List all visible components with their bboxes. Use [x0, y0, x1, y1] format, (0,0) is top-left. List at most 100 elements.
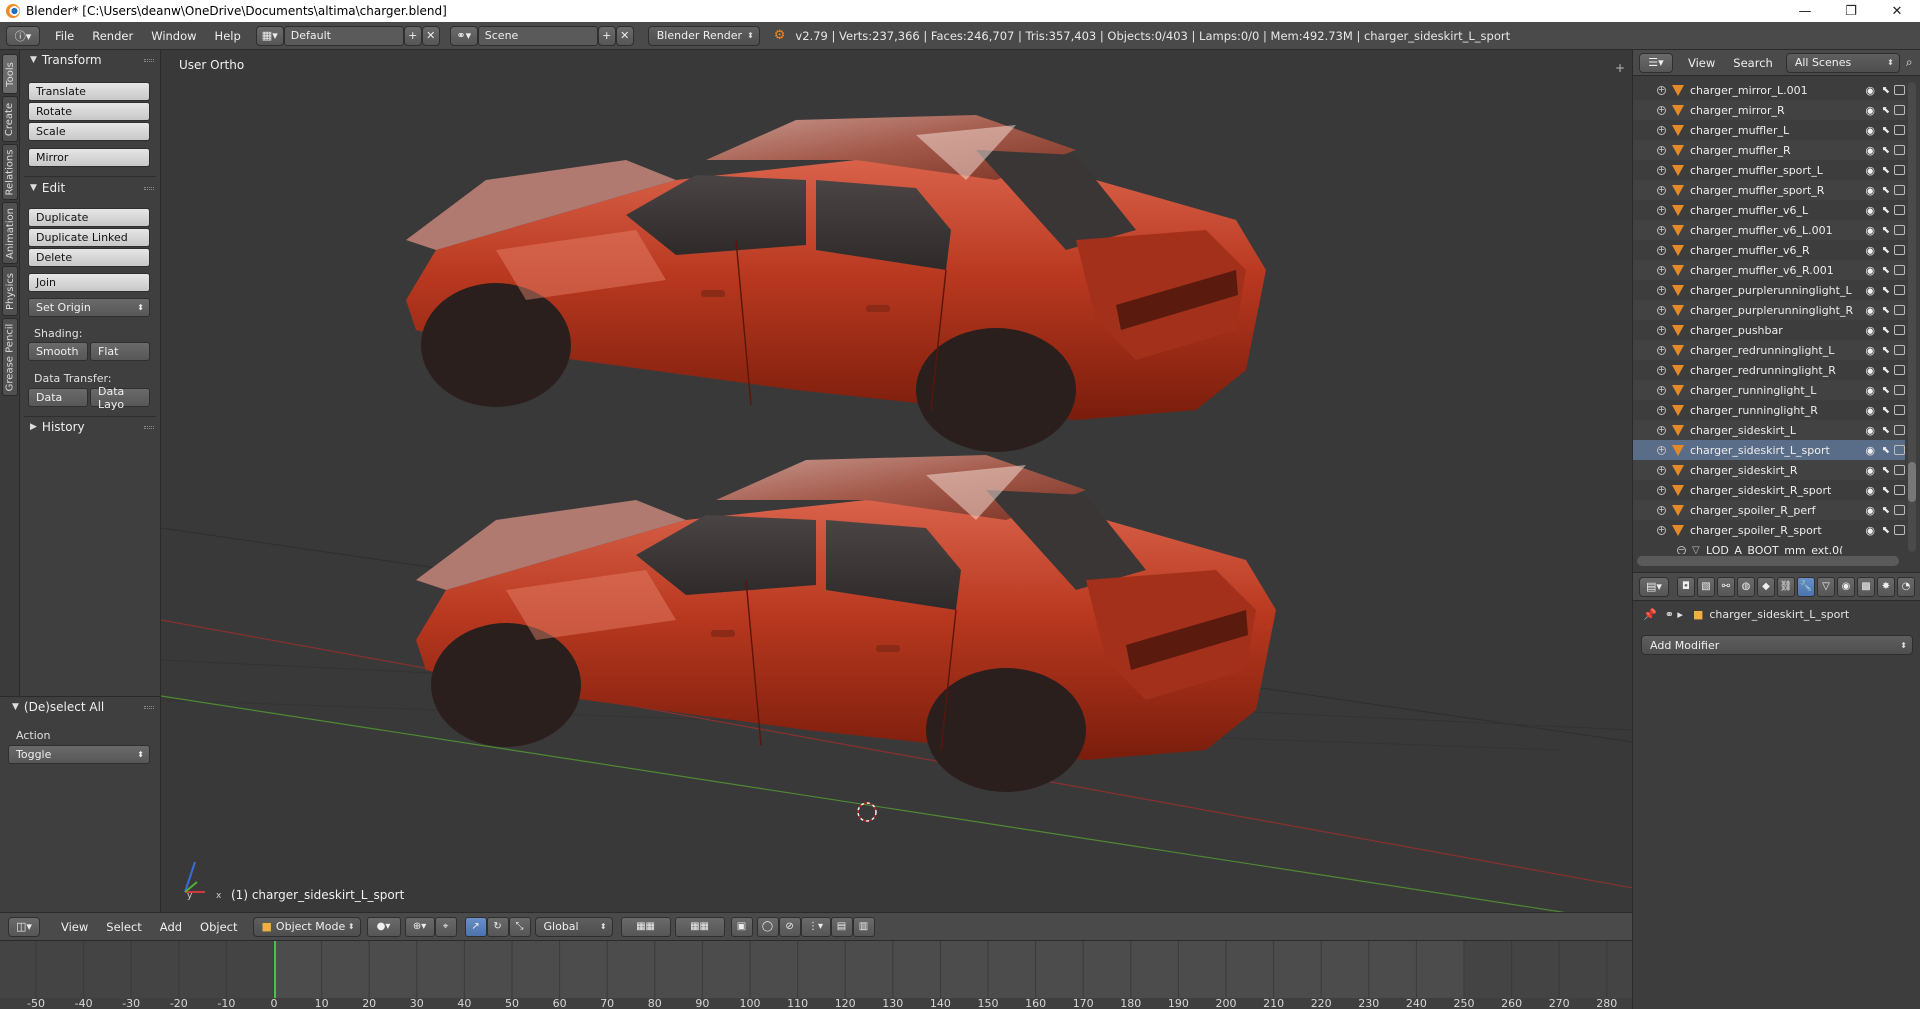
- editor-type-info-button[interactable]: ⓘ▾: [6, 25, 40, 46]
- mode-select[interactable]: ■ Object Mode ⬍: [252, 916, 361, 937]
- outliner-item[interactable]: + charger_muffler_v6_L.001 ◉ ⬉: [1633, 220, 1905, 240]
- scale-button[interactable]: Scale: [28, 122, 150, 141]
- layers-block-1[interactable]: ▦▦: [620, 916, 671, 937]
- edit-panel-header[interactable]: ▼ Edit: [20, 178, 160, 198]
- action-select[interactable]: Toggle ⬍: [8, 745, 150, 764]
- outliner-item[interactable]: + charger_sideskirt_R_sport ◉ ⬉: [1633, 480, 1905, 500]
- cursor-select-icon[interactable]: ⬉: [1882, 365, 1890, 376]
- eye-icon[interactable]: ◉: [1865, 464, 1875, 477]
- cursor-select-icon[interactable]: ⬉: [1882, 405, 1890, 416]
- outliner-hscrollbar[interactable]: [1637, 556, 1899, 566]
- menu-select[interactable]: Select: [97, 920, 150, 934]
- eye-icon[interactable]: ◉: [1865, 364, 1875, 377]
- timeline-ruler[interactable]: -50 -40 -30 -20 -10 0 10 20 30 40 50 60 70 80 90 100 110…: [0, 941, 1632, 1009]
- collapse-minus-icon[interactable]: −: [1677, 545, 1686, 554]
- editor-type-outliner-button[interactable]: ☰▾: [1639, 52, 1673, 73]
- eye-icon[interactable]: ◉: [1865, 164, 1875, 177]
- render-camera-icon[interactable]: [1894, 265, 1905, 275]
- scene-add-button[interactable]: +: [597, 25, 616, 46]
- outliner-vscrollbar[interactable]: [1908, 82, 1916, 552]
- outliner-item[interactable]: + charger_purplerunninglight_L ◉ ⬉: [1633, 280, 1905, 300]
- opengl-render-button[interactable]: ▤: [830, 916, 853, 937]
- eye-icon[interactable]: ◉: [1865, 444, 1875, 457]
- transform-panel-header[interactable]: ▼ Transform: [20, 50, 160, 70]
- outliner-item[interactable]: + charger_sideskirt_L ◉ ⬉: [1633, 420, 1905, 440]
- render-camera-icon[interactable]: [1894, 165, 1905, 175]
- timeline[interactable]: -50 -40 -30 -20 -10 0 10 20 30 40 50 60 70 80 90 100 110…: [0, 940, 1632, 1009]
- scale-manipulator-button[interactable]: ⤡: [508, 916, 531, 937]
- eye-icon[interactable]: ◉: [1865, 224, 1875, 237]
- render-camera-icon[interactable]: [1894, 345, 1905, 355]
- menu-view[interactable]: View: [52, 920, 97, 934]
- menu-object[interactable]: Object: [191, 920, 246, 934]
- render-camera-icon[interactable]: [1894, 85, 1905, 95]
- outliner-child-item[interactable]: − ▽ LOD_A_BOOT_mm_ext.0(: [1633, 540, 1905, 554]
- viewport-shading-button[interactable]: ●▾: [366, 916, 401, 937]
- outliner-item[interactable]: + charger_muffler_v6_L ◉ ⬉: [1633, 200, 1905, 220]
- layout-name-field[interactable]: Default: [283, 25, 404, 46]
- eye-icon[interactable]: ◉: [1865, 264, 1875, 277]
- snap-element-select[interactable]: ⋮▾: [800, 916, 831, 937]
- render-camera-icon[interactable]: [1894, 325, 1905, 335]
- eye-icon[interactable]: ◉: [1865, 424, 1875, 437]
- cursor-select-icon[interactable]: ⬉: [1882, 345, 1890, 356]
- cursor-select-icon[interactable]: ⬉: [1882, 125, 1890, 136]
- 3d-cursor-icon[interactable]: [857, 802, 877, 822]
- render-camera-icon[interactable]: [1894, 385, 1905, 395]
- cursor-select-icon[interactable]: ⬉: [1882, 105, 1890, 116]
- search-icon[interactable]: ⌕: [1906, 55, 1913, 70]
- eye-icon[interactable]: ◉: [1865, 124, 1875, 137]
- render-camera-icon[interactable]: [1894, 285, 1905, 295]
- render-camera-icon[interactable]: [1894, 525, 1905, 535]
- smooth-button[interactable]: Smooth: [28, 342, 88, 361]
- outliner-item[interactable]: + charger_sideskirt_L_sport ◉ ⬉: [1633, 440, 1905, 460]
- cursor-select-icon[interactable]: ⬉: [1882, 385, 1890, 396]
- object-tab[interactable]: ◆: [1757, 576, 1775, 597]
- expand-plus-icon[interactable]: +: [1657, 205, 1666, 215]
- render-camera-icon[interactable]: [1894, 225, 1905, 235]
- constraints-tab[interactable]: ⛓: [1777, 576, 1795, 597]
- flat-button[interactable]: Flat: [90, 342, 150, 361]
- expand-plus-icon[interactable]: +: [1657, 285, 1666, 295]
- expand-plus-icon[interactable]: +: [1657, 165, 1666, 175]
- add-modifier-select[interactable]: Add Modifier ⬍: [1641, 635, 1913, 655]
- menu-help[interactable]: Help: [206, 29, 250, 43]
- outliner-scroll-thumb[interactable]: [1908, 462, 1916, 502]
- expand-plus-icon[interactable]: +: [1657, 225, 1666, 235]
- eye-icon[interactable]: ◉: [1865, 304, 1875, 317]
- eye-icon[interactable]: ◉: [1865, 104, 1875, 117]
- car-model-upper[interactable]: [405, 114, 1267, 453]
- outliner-menu-search[interactable]: Search: [1724, 56, 1782, 70]
- cursor-select-icon[interactable]: ⬉: [1882, 425, 1890, 436]
- history-panel-header[interactable]: ▶ History: [20, 417, 160, 437]
- render-camera-icon[interactable]: [1894, 305, 1905, 315]
- cursor-select-icon[interactable]: ⬉: [1882, 525, 1890, 536]
- join-button[interactable]: Join: [28, 273, 150, 292]
- render-camera-icon[interactable]: [1894, 125, 1905, 135]
- menu-render[interactable]: Render: [83, 29, 142, 43]
- duplicate-linked-button[interactable]: Duplicate Linked: [28, 228, 150, 247]
- grip-icon[interactable]: [144, 426, 154, 429]
- cursor-select-icon[interactable]: ⬉: [1882, 85, 1890, 96]
- outliner-menu-view[interactable]: View: [1679, 56, 1724, 70]
- expand-plus-icon[interactable]: +: [1657, 105, 1666, 115]
- menu-add[interactable]: Add: [151, 920, 191, 934]
- eye-icon[interactable]: ◉: [1865, 204, 1875, 217]
- eye-icon[interactable]: ◉: [1865, 524, 1875, 537]
- expand-plus-icon[interactable]: +: [1657, 125, 1666, 135]
- restore-button[interactable]: ❐: [1828, 0, 1874, 22]
- outliner-item[interactable]: + charger_mirror_R ◉ ⬉: [1633, 100, 1905, 120]
- expand-plus-icon[interactable]: +: [1657, 325, 1666, 335]
- menu-window[interactable]: Window: [142, 29, 205, 43]
- translate-manipulator-button[interactable]: ↗: [464, 916, 487, 937]
- rotate-button[interactable]: Rotate: [28, 102, 150, 121]
- outliner-item[interactable]: + charger_redrunninglight_R ◉ ⬉: [1633, 360, 1905, 380]
- eye-icon[interactable]: ◉: [1865, 344, 1875, 357]
- modifiers-tab[interactable]: 🔧: [1797, 576, 1815, 597]
- expand-plus-icon[interactable]: +: [1657, 445, 1666, 455]
- expand-plus-icon[interactable]: +: [1657, 425, 1666, 435]
- outliner-item[interactable]: + charger_runninglight_R ◉ ⬉: [1633, 400, 1905, 420]
- eye-icon[interactable]: ◉: [1865, 384, 1875, 397]
- manipulator-toggle-button[interactable]: ⌖: [434, 916, 457, 937]
- outliner-item[interactable]: + charger_pushbar ◉ ⬉: [1633, 320, 1905, 340]
